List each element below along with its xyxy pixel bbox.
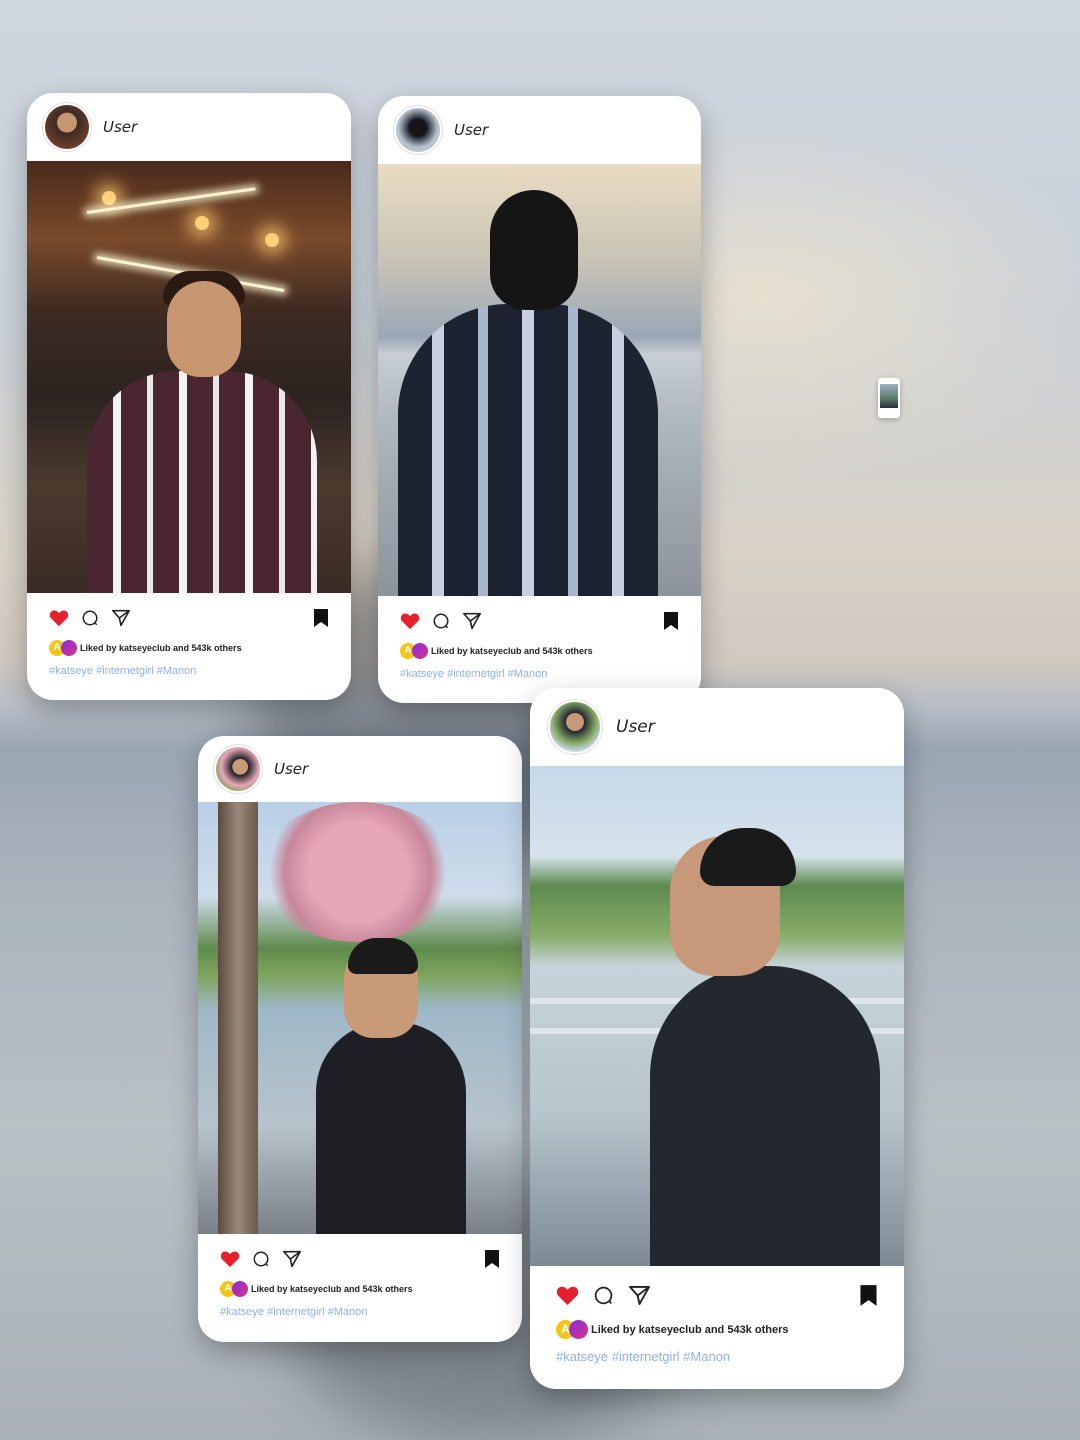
heart-icon[interactable] [220,1250,240,1268]
comment-icon[interactable] [432,612,450,630]
liked-by-avatars: A [49,640,77,656]
username[interactable]: User [103,118,137,136]
comment-icon[interactable] [252,1250,270,1268]
username[interactable]: User [616,717,655,737]
comment-icon[interactable] [81,609,99,627]
likes-text[interactable]: Liked by katseyeclub and 543k others [251,1284,413,1294]
likes-line: A Liked by katseyeclub and 543k others [400,643,593,659]
username[interactable]: User [274,760,308,778]
post-actions [49,605,329,631]
hashtags[interactable]: #katseye #internetgirl #Manon [556,1349,730,1364]
likes-line: A Liked by katseyeclub and 543k others [220,1281,413,1297]
liked-by-avatars: A [220,1281,248,1297]
heart-icon[interactable] [49,609,69,627]
avatar[interactable] [43,103,91,151]
post-actions [220,1246,500,1272]
likes-line: A Liked by katseyeclub and 543k others [49,640,242,656]
bookmark-icon[interactable] [313,608,329,628]
likes-text[interactable]: Liked by katseyeclub and 543k others [591,1324,788,1336]
likes-line: A Liked by katseyeclub and 543k others [556,1320,788,1339]
hashtags[interactable]: #katseye #internetgirl #Manon [400,668,547,680]
post-card-2: User A Liked by katseyeclub and 543k oth… [378,96,701,703]
share-icon[interactable] [628,1285,651,1306]
liked-by-avatars: A [400,643,428,659]
post-photo[interactable] [530,766,904,1266]
post-header: User [530,688,904,766]
post-photo[interactable] [198,802,522,1234]
post-card-1: User A Liked by katseyeclub and 543k oth… [27,93,351,700]
post-actions [400,608,679,634]
liked-by-avatars: A [556,1320,588,1339]
post-card-3: User A Liked by katseyeclub and 543k oth… [198,736,522,1342]
hashtags[interactable]: #katseye #internetgirl #Manon [220,1306,367,1318]
share-icon[interactable] [462,612,482,630]
bookmark-icon[interactable] [663,611,679,631]
post-header: User [378,96,701,164]
heart-icon[interactable] [556,1285,579,1306]
likes-text[interactable]: Liked by katseyeclub and 543k others [431,646,593,656]
avatar[interactable] [548,700,602,754]
comment-icon[interactable] [593,1285,614,1306]
username[interactable]: User [454,121,488,139]
post-actions [556,1280,878,1310]
avatar[interactable] [394,106,442,154]
bookmark-icon[interactable] [484,1249,500,1269]
post-header: User [198,736,522,802]
avatar[interactable] [214,745,262,793]
hashtags[interactable]: #katseye #internetgirl #Manon [49,665,196,677]
post-photo[interactable] [27,161,351,593]
likes-text[interactable]: Liked by katseyeclub and 543k others [80,643,242,653]
mini-thumbnail[interactable] [878,378,900,418]
post-card-4: User A Liked by katseyeclub and 543k oth… [530,688,904,1389]
post-photo[interactable] [378,164,701,596]
post-header: User [27,93,351,161]
share-icon[interactable] [282,1250,302,1268]
bookmark-icon[interactable] [859,1284,878,1307]
share-icon[interactable] [111,609,131,627]
heart-icon[interactable] [400,612,420,630]
